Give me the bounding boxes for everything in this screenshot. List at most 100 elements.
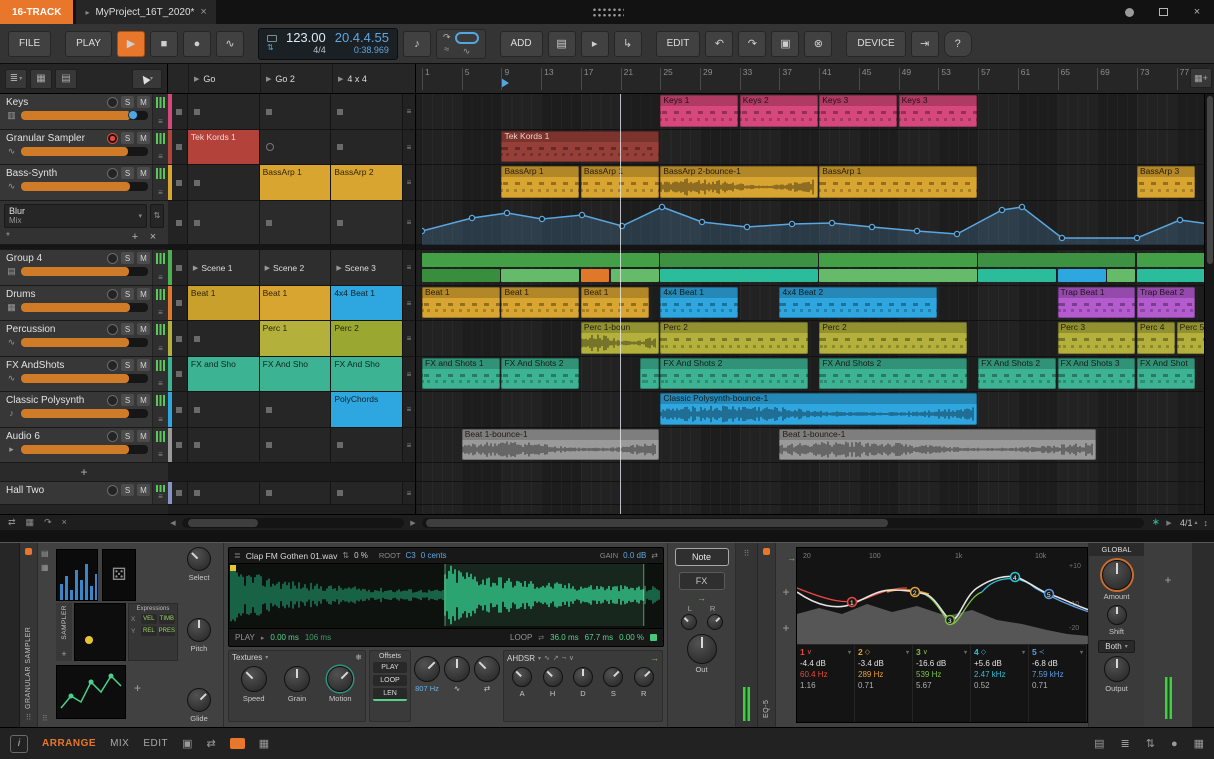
env-shape4-icon[interactable]: ∨ — [569, 654, 574, 662]
arranger-clip[interactable]: FX and Shots 1 — [422, 358, 500, 389]
auto-scroll-icon[interactable]: ↷ — [44, 517, 52, 528]
clip-slot[interactable]: 4x4 Beat 1 — [331, 286, 404, 320]
device-menu-button[interactable]: DEVICE — [846, 30, 906, 57]
add-lane-button[interactable]: + — [126, 231, 144, 243]
lane-options-icon[interactable]: ≡ — [158, 273, 163, 282]
add-menu-button[interactable]: ADD — [499, 30, 543, 57]
decay-knob[interactable] — [572, 667, 593, 687]
pan-right-knob[interactable] — [706, 614, 723, 630]
clip-slot[interactable] — [331, 130, 404, 164]
track-activity-button[interactable] — [107, 132, 118, 144]
automation-point[interactable] — [578, 211, 586, 219]
quantize-button[interactable]: ♪ — [402, 30, 431, 57]
eq-curve-display[interactable]: 20 100 1k 10k +10 -10 -20 1 2 3 4 5 — [797, 548, 1089, 644]
automation-follow-icon[interactable]: ≈ — [444, 45, 449, 54]
xy-cursor[interactable] — [85, 636, 93, 644]
edit-menu-button[interactable]: EDIT — [655, 30, 701, 57]
lane-options-icon[interactable]: ≡ — [158, 188, 163, 197]
layout-view-button[interactable]: ▤ — [55, 68, 77, 89]
arranger-clip[interactable]: 4x4 Beat 1 — [660, 287, 739, 318]
clip-slot[interactable] — [331, 94, 404, 129]
group-clip-segment[interactable] — [422, 269, 500, 282]
hold-knob[interactable] — [542, 667, 563, 687]
play-button[interactable]: ▶ — [116, 30, 145, 57]
clip-slot[interactable]: ▶ Scene 2 — [259, 250, 332, 285]
grain-shape-knob[interactable] — [444, 656, 470, 682]
rel-button[interactable]: REL — [141, 626, 157, 636]
automation-point[interactable] — [503, 209, 511, 217]
help-button[interactable]: ? — [943, 30, 972, 57]
arranger-clip[interactable]: Trap Beat 2 — [1136, 287, 1196, 318]
vertical-scroll-thumb[interactable] — [1207, 96, 1213, 264]
mute-button[interactable]: M — [137, 252, 150, 264]
drag-handle-icon[interactable]: ⠿ — [26, 713, 32, 722]
mute-button[interactable]: M — [137, 484, 150, 496]
edit-layout-button[interactable]: EDIT — [143, 738, 168, 749]
arranger-clip[interactable]: BassArp 2-bounce-1 — [660, 166, 818, 198]
solo-button[interactable]: S — [121, 167, 134, 179]
band-q-value[interactable]: 0.71 — [1032, 681, 1083, 690]
band-freq-value[interactable]: 7.59 kHz — [1032, 670, 1083, 679]
restore-button[interactable] — [1146, 0, 1180, 24]
mute-button[interactable]: M — [137, 132, 150, 144]
track-header[interactable]: Keys S M ▥ ≡ — [0, 94, 168, 130]
glide-knob[interactable] — [187, 688, 211, 712]
automation-point[interactable] — [658, 203, 666, 211]
play-marker[interactable] — [230, 565, 236, 571]
undo-button[interactable]: ↶ — [705, 30, 734, 57]
clip-slot[interactable] — [187, 392, 260, 427]
row-options-icon[interactable]: ≡ — [403, 357, 415, 391]
clip-slot[interactable]: FX And Sho — [331, 357, 404, 391]
speed-knob[interactable] — [240, 666, 267, 692]
pool-panel-icon[interactable]: ● — [1171, 738, 1178, 750]
row-options-icon[interactable]: ≡ — [403, 392, 415, 427]
mode-select[interactable]: Both ▾ — [1098, 640, 1135, 653]
pin-lane-button[interactable]: ⇅ — [150, 204, 164, 228]
add-device-slot[interactable]: + — [1164, 573, 1171, 587]
automation-point[interactable] — [422, 227, 426, 235]
display-mode-icon[interactable] — [266, 35, 277, 42]
band-type-icon[interactable]: ∨ — [923, 648, 928, 656]
group-clip-segment[interactable] — [819, 269, 977, 282]
info-button[interactable]: i — [10, 734, 28, 753]
grid-view-button[interactable]: ▦ — [30, 68, 52, 89]
track-header[interactable]: Group 4 S M ▤ ≡ — [0, 250, 168, 286]
arranger-lane[interactable] — [416, 250, 1204, 286]
clip-slot[interactable] — [259, 130, 332, 164]
group-clip-segment[interactable] — [610, 269, 659, 282]
row-options-icon[interactable]: ≡ — [403, 250, 415, 285]
arranger-clip[interactable]: BassArp 3 — [1136, 166, 1196, 198]
eq-band[interactable]: 4 ◇ ▾ +5.6 dB 2.47 kHz 0.52 — [971, 645, 1029, 722]
arranger-clip[interactable]: FX And Shots 2 — [978, 358, 1057, 389]
clip-stop-cell[interactable] — [168, 428, 188, 462]
clip-stop-cell[interactable] — [168, 321, 188, 356]
arranger-clip[interactable]: Classic Polysynth-bounce-1 — [660, 393, 977, 425]
clip-slot[interactable] — [187, 94, 260, 129]
grain-knob[interactable] — [283, 666, 310, 692]
steps-modulator-display[interactable] — [56, 549, 98, 601]
pres-button[interactable]: PRES — [158, 626, 175, 636]
clip-slot[interactable] — [187, 428, 260, 462]
freeze-icon[interactable]: ❄ — [355, 653, 362, 662]
ahdsr-title[interactable]: AHDSR — [507, 654, 535, 663]
automation-curve[interactable] — [422, 201, 1204, 245]
pointer-tool-button[interactable]: ▾ — [132, 68, 162, 89]
eq5-power-icon[interactable] — [763, 548, 770, 555]
clip-slot[interactable]: FX and Sho — [187, 357, 260, 391]
active-panel-icon[interactable] — [229, 738, 245, 749]
solo-button[interactable]: S — [121, 394, 134, 406]
fx-tab[interactable]: FX — [678, 572, 725, 590]
loop-toggle[interactable] — [454, 31, 479, 44]
band-gain-value[interactable]: +5.6 dB — [974, 659, 1025, 668]
band-freq-value[interactable]: 2.47 kHz — [974, 670, 1025, 679]
group-clip-segment[interactable] — [1136, 269, 1204, 282]
arranger-lane[interactable]: Beat 1 Beat 1 Beat 1 4x4 Beat 1 4x4 Beat 2 Tr… — [416, 286, 1204, 321]
file-menu-button[interactable]: FILE — [8, 30, 52, 57]
offset-len-button[interactable]: LEN — [373, 688, 407, 701]
delete-button[interactable]: ⊗ — [804, 30, 833, 57]
arranger-clip[interactable]: BassArp 1 — [501, 166, 580, 198]
lane-options-icon[interactable]: ≡ — [158, 344, 163, 353]
scene-header-4x4[interactable]: ▶ 4 x 4 — [332, 64, 404, 93]
automation-point[interactable] — [538, 215, 546, 223]
mixer-panel-icon[interactable]: ▦ — [1194, 737, 1204, 750]
